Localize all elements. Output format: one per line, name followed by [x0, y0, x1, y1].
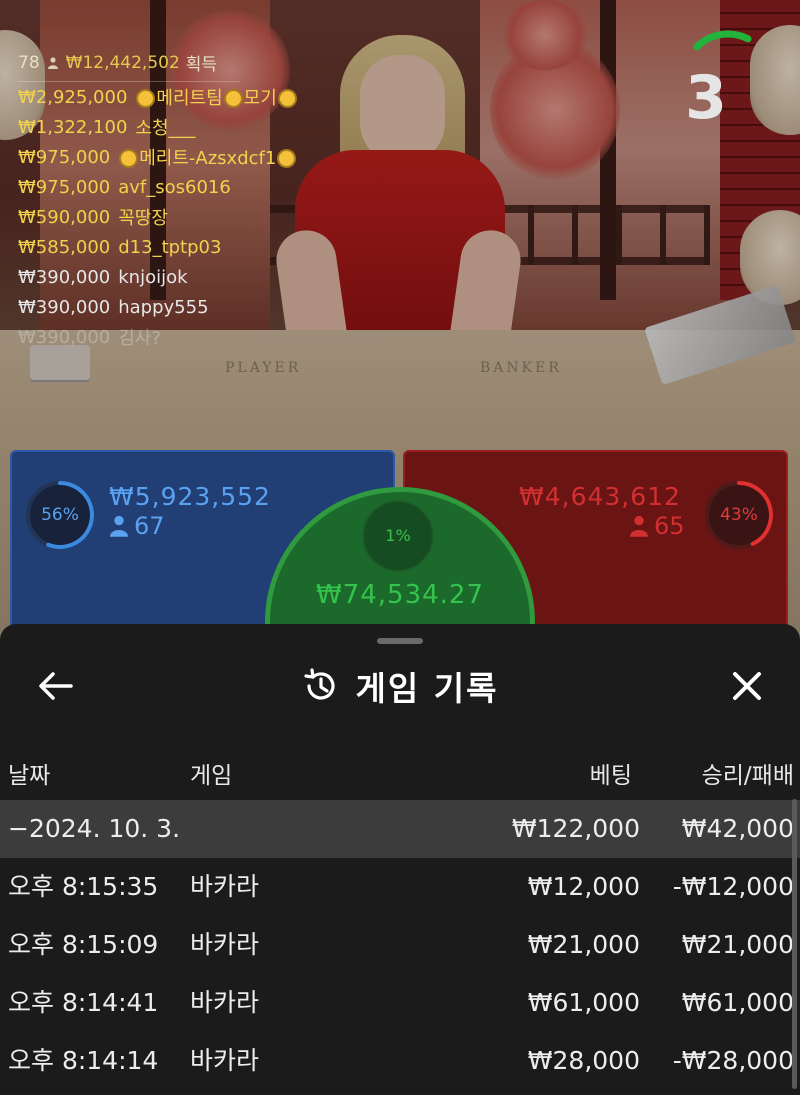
column-header-result: 승리/패배	[701, 763, 794, 789]
user-icon	[47, 56, 58, 69]
history-time: 오후 8:14:14	[8, 1046, 159, 1075]
tie-percent: 1%	[385, 526, 411, 545]
history-result: -₩12,000	[672, 872, 794, 901]
countdown-timer: 3	[678, 28, 778, 133]
leaderboard-row: ₩2,925,000 메리트팀 모기	[18, 82, 318, 112]
history-row[interactable]: 오후 8:15:35 바카라 ₩12,000 -₩12,000	[0, 858, 800, 916]
winner-name-text: happy555	[118, 296, 209, 318]
leaderboard-row: ₩390,000 knjoijok	[18, 262, 318, 292]
winners-leaderboard: 78 ₩12,442,502 획득 ₩2,925,000 메리트팀 모기 ₩1,322…	[18, 50, 318, 352]
history-result: ₩21,000	[681, 930, 794, 959]
sheet-title-bar: 게임 기록	[0, 664, 800, 708]
timer-seconds: 3	[685, 63, 727, 133]
sun-badge-icon	[121, 151, 137, 166]
drag-handle[interactable]	[377, 638, 423, 644]
winner-amount: ₩975,000	[18, 146, 111, 168]
winner-name: happy555	[118, 297, 208, 318]
sun-badge-icon	[279, 91, 295, 106]
total-winnings: ₩12,442,502	[65, 52, 180, 73]
leaderboard-list: ₩2,925,000 메리트팀 모기 ₩1,322,100 소청___ ₩975,000 메…	[18, 82, 318, 352]
winner-name-text: d13_tptp03	[118, 236, 222, 258]
banker-percent: 43%	[720, 505, 758, 525]
winner-amount: ₩390,000	[18, 266, 111, 288]
winner-name-text: 꼭땅장	[118, 208, 168, 229]
winner-amount: ₩390,000	[18, 326, 111, 348]
winner-name: 김사?	[118, 324, 161, 350]
leaderboard-row: ₩975,000 avf_sos6016	[18, 172, 318, 202]
banker-count-value: 65	[654, 512, 685, 540]
winner-amount: ₩2,925,000	[18, 86, 128, 108]
history-game: 바카라	[190, 872, 260, 901]
history-time: 오후 8:14:41	[8, 988, 159, 1017]
winner-amount: ₩390,000	[18, 296, 111, 318]
player-percent: 56%	[41, 505, 79, 525]
column-header-game: 게임	[190, 763, 233, 789]
group-result-total: ₩42,000	[681, 814, 794, 843]
winner-name-text: 모기	[243, 88, 277, 109]
winner-name: 메리트팀 모기	[135, 84, 297, 110]
winner-name-text: 메리트-Azsxdcf1	[139, 148, 277, 169]
tie-bet-amount: ₩74,534.27	[315, 580, 485, 610]
history-game: 바카라	[190, 988, 260, 1017]
sun-badge-icon	[138, 91, 154, 106]
user-icon	[110, 515, 128, 537]
history-time: 오후 8:15:09	[8, 930, 159, 959]
leaderboard-row: ₩585,000 d13_tptp03	[18, 232, 318, 262]
history-result: -₩28,000	[672, 1046, 794, 1075]
history-row[interactable]: 오후 8:14:41 바카라 ₩61,000 ₩61,000	[0, 974, 800, 1032]
winner-count: 78	[18, 52, 40, 73]
history-row[interactable]: 오후 8:14:14 바카라 ₩28,000 -₩28,000	[0, 1032, 800, 1090]
winner-amount: ₩590,000	[18, 206, 111, 228]
winner-name-text: 메리트팀	[156, 88, 223, 109]
banker-bet-amount: ₩4,643,612	[519, 482, 681, 511]
scrollbar[interactable]	[792, 799, 797, 1089]
leaderboard-row: ₩975,000 메리트-Azsxdcf1	[18, 142, 318, 172]
winner-amount: ₩585,000	[18, 236, 111, 258]
sun-badge-icon	[225, 91, 241, 106]
leaderboard-row: ₩590,000 꼭땅장	[18, 202, 318, 232]
leaderboard-header: 78 ₩12,442,502 획득	[18, 50, 240, 82]
column-header-bet: 베팅	[589, 763, 632, 789]
player-count-value: 67	[134, 512, 165, 540]
winner-name-text: avf_sos6016	[118, 176, 231, 198]
winner-name: 소청___	[135, 114, 195, 140]
column-header-date: 날짜	[8, 763, 51, 789]
winner-amount: ₩1,322,100	[18, 116, 128, 138]
close-icon	[733, 672, 761, 700]
winner-name-text: 김사?	[118, 328, 161, 349]
banker-bettor-count: 65	[630, 512, 685, 540]
winner-name: 메리트-Azsxdcf1	[118, 144, 297, 170]
sun-badge-icon	[279, 151, 295, 166]
history-icon	[303, 668, 335, 700]
history-time: 오후 8:15:35	[8, 872, 159, 901]
group-date: −2024. 10. 3.	[8, 814, 181, 843]
game-history-sheet: 게임 기록 날짜 게임 베팅 승리/패배 −2024. 10. 3. ₩122,…	[0, 624, 800, 1095]
winner-name: d13_tptp03	[118, 237, 221, 258]
history-game: 바카라	[190, 1046, 260, 1075]
winner-amount: ₩975,000	[18, 176, 111, 198]
winner-name-text: 소청___	[135, 118, 196, 139]
winnings-suffix: 획득	[185, 55, 218, 75]
winner-name-text: knjoijok	[118, 266, 188, 288]
winner-name: knjoijok	[118, 267, 187, 288]
user-icon	[630, 515, 648, 537]
winner-name: avf_sos6016	[118, 177, 231, 198]
history-row[interactable]: 오후 8:15:09 바카라 ₩21,000 ₩21,000	[0, 916, 800, 974]
winner-name: 꼭땅장	[118, 204, 168, 230]
date-group-row[interactable]: −2024. 10. 3. ₩122,000 ₩42,000	[0, 800, 800, 858]
player-bettor-count: 67	[110, 512, 165, 540]
leaderboard-row: ₩390,000 김사?	[18, 322, 318, 352]
leaderboard-row: ₩1,322,100 소청___	[18, 112, 318, 142]
history-result: ₩61,000	[681, 988, 794, 1017]
history-game: 바카라	[190, 930, 260, 959]
sheet-title: 게임 기록	[355, 669, 499, 708]
leaderboard-row: ₩390,000 happy555	[18, 292, 318, 322]
player-bet-amount: ₩5,923,552	[109, 482, 271, 511]
close-button[interactable]	[722, 664, 772, 708]
